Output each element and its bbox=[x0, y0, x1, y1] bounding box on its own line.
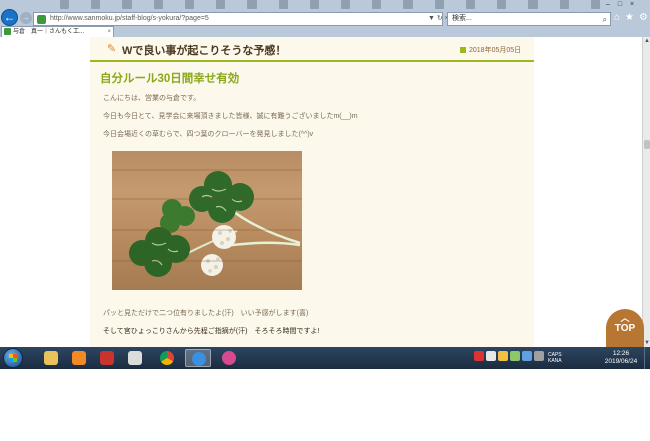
back-button[interactable]: ← bbox=[1, 9, 18, 26]
browser-chrome: – □ × ← → http://www.sanmoku.jp/staff-bl… bbox=[0, 0, 650, 37]
post-header: ✎ Wで良い事が起こりそうな予感！ 2018年05月05日 bbox=[90, 37, 534, 62]
favorites-icon[interactable]: ★ bbox=[625, 12, 634, 23]
post-paragraph: そして宮ひょっこりさんから先程ご指摘が(汗) そろそろ時間ですよ! bbox=[103, 328, 320, 335]
ime-icon[interactable] bbox=[486, 351, 496, 361]
app-icon bbox=[128, 351, 142, 365]
web-page: ✎ Wで良い事が起こりそうな予感！ 2018年05月05日 自分ルール30日間幸… bbox=[0, 37, 642, 347]
tray-app-icon[interactable] bbox=[510, 351, 520, 361]
clock-time: 12:26 bbox=[612, 350, 630, 357]
browser-nav-icons: ⌂ ★ ⚙ bbox=[614, 12, 648, 23]
system-tray bbox=[474, 351, 544, 361]
window-controls[interactable]: – □ × bbox=[606, 1, 637, 8]
search-icon[interactable]: ⌕ bbox=[603, 14, 607, 26]
mail-app-icon bbox=[100, 351, 114, 365]
caps-kana-indicator: CAPS KANA bbox=[548, 352, 562, 364]
clover-photo bbox=[112, 151, 302, 290]
post-date: 2018年05月05日 bbox=[460, 45, 521, 55]
vertical-scrollbar[interactable]: ▲ ▼ bbox=[642, 37, 650, 347]
post-paragraph: パッと見ただけで二つ位有りましたよ(汗) いい予感がします(喜) bbox=[103, 310, 309, 317]
taskbar-chrome[interactable] bbox=[154, 349, 180, 367]
desktop-icons-strip bbox=[60, 0, 600, 10]
taskbar-internet-explorer[interactable] bbox=[185, 349, 211, 367]
address-bar[interactable]: http://www.sanmoku.jp/staff-blog/s-yokur… bbox=[33, 12, 443, 26]
clock[interactable]: 12:26 2019/06/24 bbox=[600, 350, 642, 366]
scroll-down-icon[interactable]: ▼ bbox=[643, 339, 650, 347]
taskbar-app[interactable] bbox=[122, 349, 148, 367]
chrome-icon bbox=[160, 351, 174, 365]
post-paragraph: 今日も今日とて、見学会に来場頂きました皆様、誠に有難うございましたm(__)m bbox=[103, 113, 358, 120]
pencil-icon: ✎ bbox=[107, 43, 117, 55]
post-date-text: 2018年05月05日 bbox=[469, 47, 522, 54]
show-desktop-button[interactable] bbox=[644, 347, 650, 369]
tab-close-icon[interactable]: × bbox=[107, 27, 111, 37]
tray-app-icon[interactable] bbox=[534, 351, 544, 361]
post-paragraph: こんにちは、営業の与倉です。 bbox=[103, 95, 201, 102]
tray-app-icon[interactable] bbox=[474, 351, 484, 361]
search-placeholder: 検索... bbox=[452, 15, 472, 22]
scroll-thumb[interactable] bbox=[644, 140, 650, 149]
search-input[interactable]: 検索... ⌕ bbox=[447, 12, 611, 26]
calendar-icon bbox=[460, 47, 466, 53]
address-url: http://www.sanmoku.jp/staff-blog/s-yokur… bbox=[50, 15, 209, 22]
tab-title: 与倉 真一｜さんもく工... bbox=[13, 29, 85, 35]
help-icon[interactable] bbox=[522, 351, 532, 361]
windows-taskbar: CAPS KANA 12:26 2019/06/24 bbox=[0, 347, 650, 369]
site-favicon-icon bbox=[37, 15, 46, 24]
post-title[interactable]: Wで良い事が起こりそうな予感！ bbox=[122, 42, 286, 58]
blog-post: ✎ Wで良い事が起こりそうな予感！ 2018年05月05日 自分ルール30日間幸… bbox=[90, 37, 534, 347]
post-headline: 自分ルール30日間幸せ有効 bbox=[100, 73, 240, 85]
taskbar-paint[interactable] bbox=[216, 349, 242, 367]
browser-tab[interactable]: 与倉 真一｜さんもく工... × bbox=[1, 26, 114, 37]
address-tools[interactable]: ▼ ↻ × bbox=[428, 14, 449, 22]
start-button-icon[interactable] bbox=[3, 348, 23, 368]
post-paragraph: 今日会場近くの草むらで、四つ葉のクローバーを発見しました(^^)v bbox=[103, 131, 314, 138]
taskbar-mail[interactable] bbox=[94, 349, 120, 367]
chevron-up-icon: ︿ bbox=[620, 313, 630, 323]
taskbar-file-explorer[interactable] bbox=[38, 349, 64, 367]
taskbar-media-player[interactable] bbox=[66, 349, 92, 367]
tray-app-icon[interactable] bbox=[498, 351, 508, 361]
folder-icon bbox=[44, 351, 58, 365]
home-icon[interactable]: ⌂ bbox=[614, 12, 620, 23]
internet-explorer-icon bbox=[192, 352, 206, 366]
tab-favicon-icon bbox=[4, 28, 11, 35]
scroll-up-icon[interactable]: ▲ bbox=[643, 37, 650, 45]
back-to-top-button[interactable]: ︿ TOP bbox=[606, 309, 644, 347]
settings-gear-icon[interactable]: ⚙ bbox=[639, 12, 648, 23]
clock-date: 2019/06/24 bbox=[604, 358, 638, 365]
paint-icon bbox=[222, 351, 236, 365]
clover-illustration bbox=[129, 171, 301, 277]
top-label: TOP bbox=[614, 323, 636, 334]
media-player-icon bbox=[72, 351, 86, 365]
forward-button[interactable]: → bbox=[20, 12, 32, 24]
screen: – □ × ← → http://www.sanmoku.jp/staff-bl… bbox=[0, 0, 650, 441]
